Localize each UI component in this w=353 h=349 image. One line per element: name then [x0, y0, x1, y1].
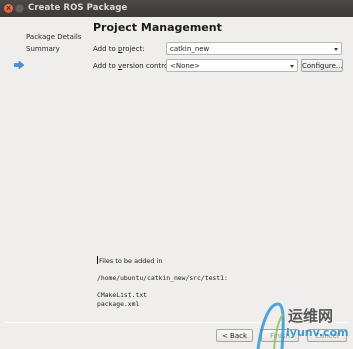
- page-title: Project Management: [93, 21, 222, 34]
- watermark-text-cn: 运维网: [288, 307, 334, 325]
- text-cursor: [97, 256, 98, 264]
- project-select[interactable]: catkin_new: [166, 42, 342, 55]
- window-titlebar[interactable]: × Create ROS Package: [0, 0, 353, 17]
- arrow-right-icon: [14, 61, 24, 69]
- file-item: CMakeList.txt: [97, 291, 148, 300]
- files-heading: Files to be added in: [97, 256, 163, 265]
- version-control-select[interactable]: <None>: [166, 59, 298, 72]
- sidebar-item-summary: Summary: [26, 45, 60, 53]
- close-window-button[interactable]: ×: [4, 4, 13, 13]
- chevron-down-icon: [334, 48, 338, 51]
- project-select-value: catkin_new: [170, 45, 210, 53]
- close-icon: ×: [5, 4, 12, 12]
- sidebar-item-package-details: Package Details: [26, 33, 82, 41]
- watermark-text-url: iyunv.com: [286, 326, 349, 339]
- version-control-select-value: <None>: [170, 62, 200, 70]
- minimize-window-button[interactable]: [15, 4, 24, 13]
- file-item: package.xml: [97, 299, 140, 308]
- files-summary: Files to be added in/home/ubuntu/catkin_…: [97, 256, 228, 309]
- chevron-down-icon: [290, 65, 294, 68]
- add-to-vcs-label: Add to version control:: [93, 62, 173, 70]
- configure-button[interactable]: Configure...: [301, 59, 343, 72]
- files-path: /home/ubuntu/catkin_new/src/test1:: [97, 274, 228, 283]
- wizard-sidebar: Package Details Summary: [0, 17, 86, 317]
- add-to-project-label: Add to project:: [93, 45, 145, 53]
- window-title: Create ROS Package: [28, 3, 128, 13]
